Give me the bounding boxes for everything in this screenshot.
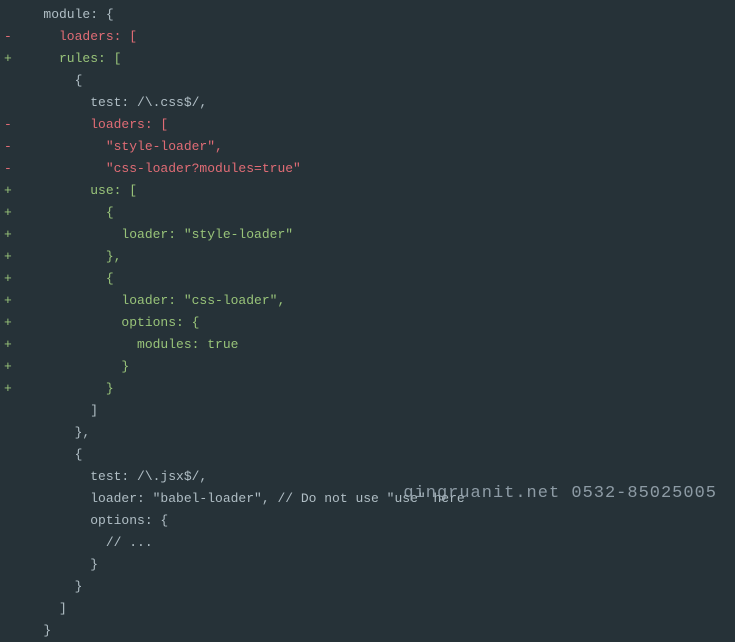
- diff-marker: +: [0, 180, 20, 202]
- diff-marker: [0, 576, 20, 598]
- diff-code: },: [20, 422, 735, 444]
- diff-line: {: [0, 70, 735, 92]
- diff-marker: +: [0, 290, 20, 312]
- diff-line: }: [0, 554, 735, 576]
- diff-marker: [0, 620, 20, 642]
- diff-line: test: /\.css$/,: [0, 92, 735, 114]
- diff-block: module: {- loaders: [+ rules: [ { test: …: [0, 4, 735, 642]
- diff-line: }: [0, 620, 735, 642]
- diff-marker: +: [0, 48, 20, 70]
- diff-marker: [0, 70, 20, 92]
- diff-code: },: [20, 246, 735, 268]
- diff-line: loader: "babel-loader", // Do not use "u…: [0, 488, 735, 510]
- diff-line: - "css-loader?modules=true": [0, 158, 735, 180]
- diff-marker: +: [0, 268, 20, 290]
- diff-code: options: {: [20, 510, 735, 532]
- diff-line: test: /\.jsx$/,: [0, 466, 735, 488]
- diff-marker: +: [0, 202, 20, 224]
- diff-line: - "style-loader",: [0, 136, 735, 158]
- diff-marker: [0, 488, 20, 510]
- diff-line: + use: [: [0, 180, 735, 202]
- diff-marker: [0, 444, 20, 466]
- diff-marker: [0, 598, 20, 620]
- diff-code: }: [20, 576, 735, 598]
- diff-line: + modules: true: [0, 334, 735, 356]
- diff-marker: +: [0, 312, 20, 334]
- diff-line: module: {: [0, 4, 735, 26]
- diff-marker: [0, 400, 20, 422]
- diff-marker: [0, 4, 20, 26]
- diff-line: + },: [0, 246, 735, 268]
- diff-line: + loader: "style-loader": [0, 224, 735, 246]
- diff-code: test: /\.css$/,: [20, 92, 735, 114]
- diff-marker: +: [0, 378, 20, 400]
- diff-code: test: /\.jsx$/,: [20, 466, 735, 488]
- diff-code: "css-loader?modules=true": [20, 158, 735, 180]
- diff-line: {: [0, 444, 735, 466]
- diff-line: // ...: [0, 532, 735, 554]
- diff-code: loaders: [: [20, 114, 735, 136]
- diff-code: // ...: [20, 532, 735, 554]
- diff-marker: [0, 422, 20, 444]
- diff-line: - loaders: [: [0, 26, 735, 48]
- diff-line: ]: [0, 598, 735, 620]
- diff-code: {: [20, 268, 735, 290]
- diff-marker: [0, 92, 20, 114]
- diff-code: loader: "babel-loader", // Do not use "u…: [20, 488, 735, 510]
- diff-line: + }: [0, 378, 735, 400]
- diff-code: use: [: [20, 180, 735, 202]
- diff-marker: [0, 532, 20, 554]
- diff-marker: +: [0, 356, 20, 378]
- diff-code: }: [20, 554, 735, 576]
- diff-code: loader: "style-loader": [20, 224, 735, 246]
- diff-line: + rules: [: [0, 48, 735, 70]
- diff-code: modules: true: [20, 334, 735, 356]
- diff-line: },: [0, 422, 735, 444]
- diff-code: module: {: [20, 4, 735, 26]
- diff-marker: +: [0, 224, 20, 246]
- diff-marker: [0, 510, 20, 532]
- diff-code: options: {: [20, 312, 735, 334]
- diff-marker: [0, 466, 20, 488]
- diff-code: loaders: [: [20, 26, 735, 48]
- diff-marker: -: [0, 136, 20, 158]
- diff-line: - loaders: [: [0, 114, 735, 136]
- diff-code: ]: [20, 598, 735, 620]
- diff-line: + options: {: [0, 312, 735, 334]
- diff-code: ]: [20, 400, 735, 422]
- diff-marker: -: [0, 114, 20, 136]
- diff-line: options: {: [0, 510, 735, 532]
- diff-line: }: [0, 576, 735, 598]
- diff-marker: [0, 554, 20, 576]
- diff-code: {: [20, 70, 735, 92]
- diff-line: + {: [0, 268, 735, 290]
- diff-line: + }: [0, 356, 735, 378]
- diff-code: rules: [: [20, 48, 735, 70]
- diff-marker: +: [0, 246, 20, 268]
- diff-code: {: [20, 444, 735, 466]
- diff-line: + loader: "css-loader",: [0, 290, 735, 312]
- diff-code: loader: "css-loader",: [20, 290, 735, 312]
- diff-marker: -: [0, 158, 20, 180]
- diff-code: }: [20, 378, 735, 400]
- diff-marker: +: [0, 334, 20, 356]
- diff-line: + {: [0, 202, 735, 224]
- diff-code: {: [20, 202, 735, 224]
- diff-line: ]: [0, 400, 735, 422]
- diff-code: }: [20, 620, 735, 642]
- diff-code: }: [20, 356, 735, 378]
- diff-code: "style-loader",: [20, 136, 735, 158]
- diff-marker: -: [0, 26, 20, 48]
